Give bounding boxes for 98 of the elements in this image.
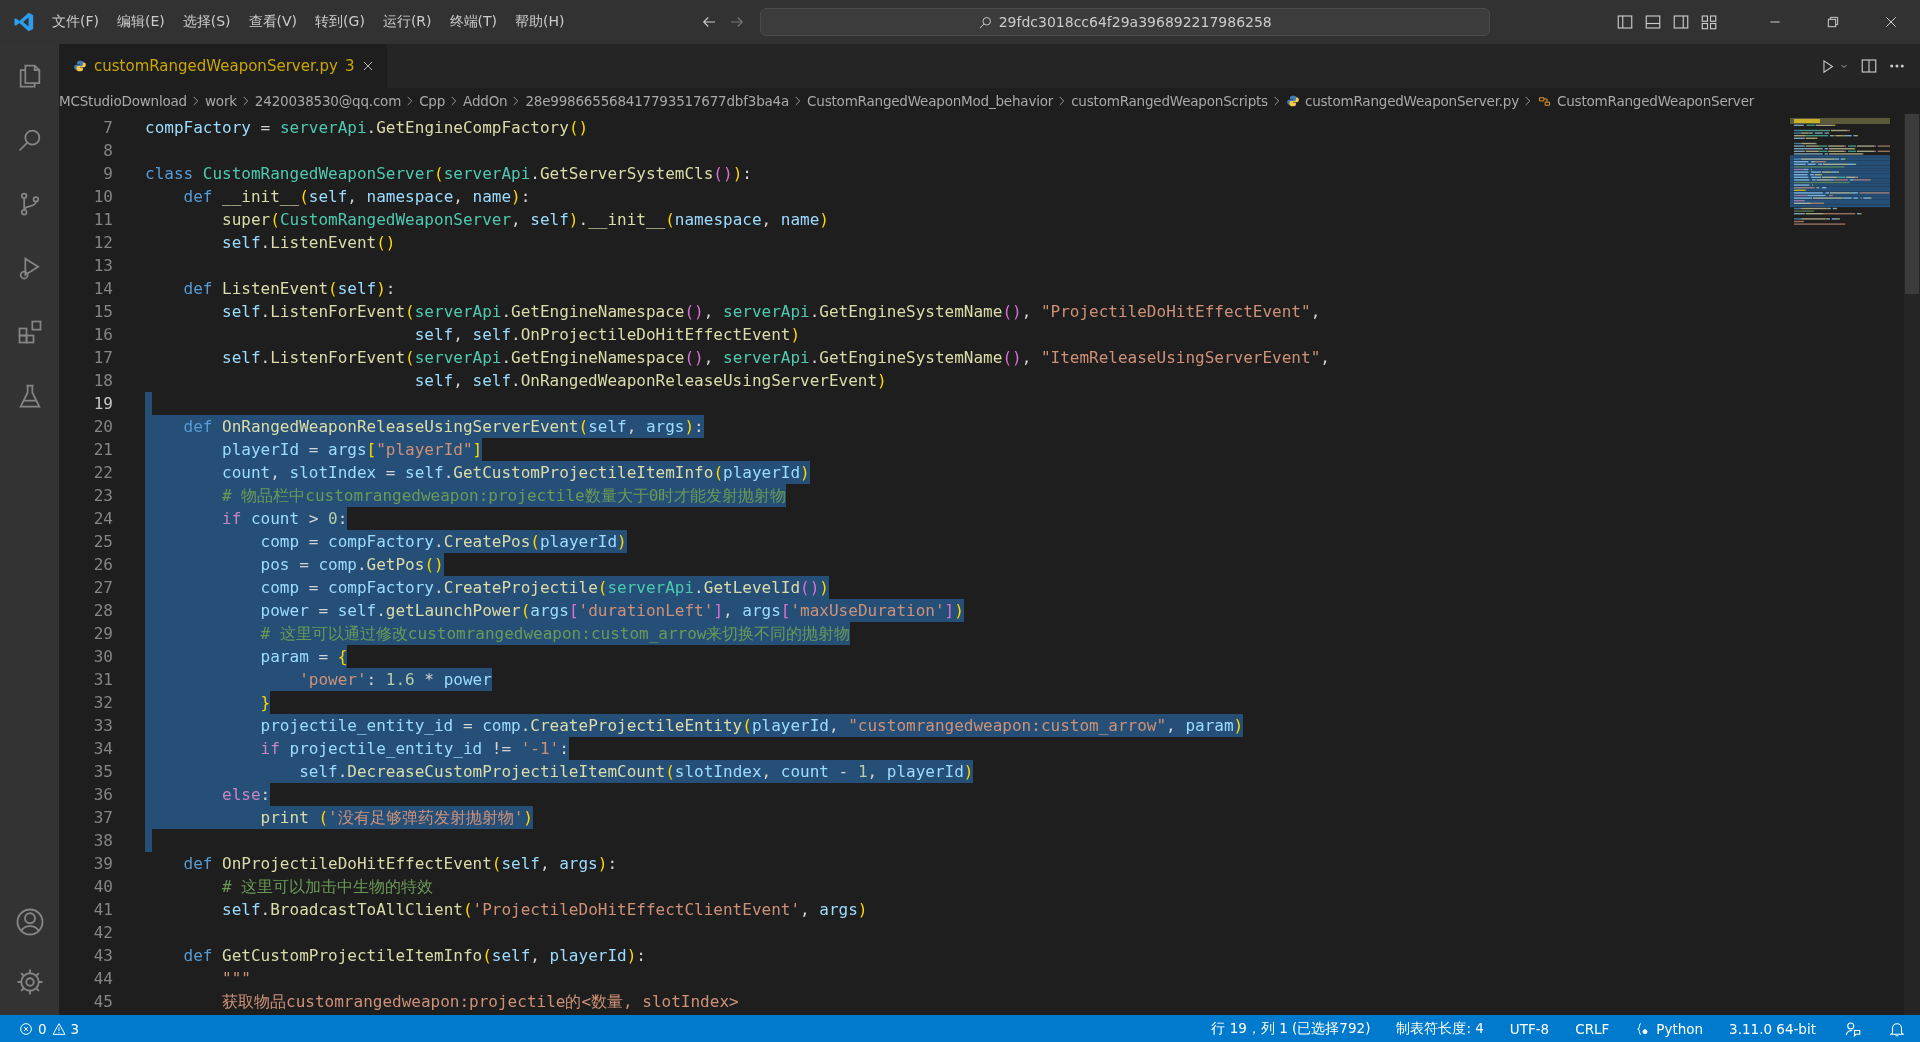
breadcrumb-item[interactable]: 28e998665568417793517677dbf3ba4a bbox=[525, 93, 790, 109]
feedback-icon[interactable] bbox=[1844, 1019, 1862, 1038]
line-number: 7 bbox=[102, 117, 114, 139]
status-item[interactable]: 行 19，列 1 (已选择792) bbox=[1211, 1019, 1371, 1038]
menu-item[interactable]: 转到(G) bbox=[306, 9, 374, 35]
scrollbar-thumb[interactable] bbox=[1905, 114, 1919, 294]
code-line: def __init__(self, namespace, name): bbox=[182, 186, 531, 208]
line-number: 37 bbox=[92, 807, 114, 829]
code-line: def ListenEvent(self): bbox=[182, 278, 396, 300]
line-number: 12 bbox=[92, 232, 114, 254]
line-number: 18 bbox=[92, 370, 114, 392]
line-number: 11 bbox=[92, 209, 114, 231]
code-line: super(CustomRangedWeaponServer, self).__init__(namespace, name) bbox=[221, 209, 829, 231]
editor-tab[interactable]: customRangedWeaponServer.py 3 bbox=[59, 44, 388, 88]
line-number: 27 bbox=[92, 577, 114, 599]
menu-item[interactable]: 终端(T) bbox=[440, 9, 506, 35]
python-file-icon bbox=[1285, 94, 1300, 108]
line-number: 32 bbox=[92, 692, 114, 714]
menu-item[interactable]: 运行(R) bbox=[373, 9, 441, 35]
problems-indicator[interactable]: 0 3 bbox=[18, 1020, 80, 1037]
line-number: 40 bbox=[92, 876, 114, 898]
line-number: 38 bbox=[92, 830, 114, 852]
restore-icon[interactable] bbox=[1825, 14, 1841, 30]
primary-sidebar-toggle-icon[interactable] bbox=[1616, 13, 1634, 31]
menu-item[interactable]: 查看(V) bbox=[239, 9, 307, 35]
breadcrumb-item[interactable]: customRangedWeaponScripts bbox=[1071, 93, 1268, 109]
code-line: 获取物品customrangedweapon:projectile的<数量, slotIndex> bbox=[221, 991, 739, 1013]
code-line: self.ListenForEvent(serverApi.GetEngineNamespace(), serverApi.GetEngineSystemName(), "ProjectileDoHitEffectEvent", bbox=[221, 301, 1321, 323]
line-number: 29 bbox=[92, 623, 114, 645]
menu-item[interactable]: 帮助(H) bbox=[506, 9, 574, 35]
menu-item[interactable]: 文件(F) bbox=[43, 9, 108, 35]
breadcrumb-item[interactable]: CustomRangedWeaponServer bbox=[1557, 93, 1755, 109]
code-line: def OnProjectileDoHitEffectEvent(self, args): bbox=[182, 853, 618, 875]
line-number: 35 bbox=[92, 761, 114, 783]
status-item[interactable]: CRLF bbox=[1575, 1020, 1610, 1037]
line-number: 41 bbox=[92, 899, 114, 921]
breadcrumb-item[interactable]: work bbox=[205, 93, 237, 109]
line-number: 23 bbox=[92, 485, 114, 507]
breadcrumb-item[interactable]: MCStudioDownload bbox=[59, 93, 187, 109]
line-number: 16 bbox=[92, 324, 114, 346]
line-number: 43 bbox=[92, 945, 114, 967]
close-icon[interactable] bbox=[1883, 14, 1899, 30]
panel-toggle-icon[interactable] bbox=[1644, 13, 1662, 31]
line-number: 33 bbox=[92, 715, 114, 737]
line-number: 13 bbox=[92, 255, 114, 277]
line-number: 42 bbox=[92, 922, 114, 944]
status-item[interactable]: Python bbox=[1656, 1020, 1704, 1037]
line-number: 28 bbox=[92, 600, 114, 622]
line-number: 36 bbox=[92, 784, 114, 806]
line-number: 24 bbox=[92, 508, 114, 530]
vscode-logo-icon bbox=[13, 11, 35, 33]
line-number: 34 bbox=[92, 738, 114, 760]
split-editor-icon[interactable] bbox=[1860, 57, 1878, 75]
status-item[interactable]: UTF-8 bbox=[1509, 1020, 1550, 1037]
line-number: 8 bbox=[102, 140, 114, 162]
code-line: self, self.OnProjectileDoHitEffectEvent) bbox=[413, 324, 801, 346]
code-line: # 这里可以加击中生物的特效 bbox=[221, 876, 434, 898]
account-icon[interactable] bbox=[14, 907, 45, 937]
line-number: 45 bbox=[92, 991, 114, 1013]
layout-grid-icon[interactable] bbox=[1700, 13, 1718, 31]
line-number: 26 bbox=[92, 554, 114, 576]
line-number: 10 bbox=[92, 186, 114, 208]
secondary-sidebar-toggle-icon[interactable] bbox=[1672, 13, 1690, 31]
line-number: 17 bbox=[92, 347, 114, 369]
breadcrumb-item[interactable]: AddOn bbox=[463, 93, 508, 109]
status-item[interactable]: 制表符长度: 4 bbox=[1396, 1019, 1484, 1038]
code-line: def GetCustomProjectileItemInfo(self, playerId): bbox=[182, 945, 646, 967]
menu-item[interactable]: 编辑(E) bbox=[108, 9, 174, 35]
code-line: self.ListenEvent() bbox=[221, 232, 396, 254]
breadcrumb-item[interactable]: CustomRangedWeaponMod_behavior bbox=[807, 93, 1054, 109]
code-line: self.BroadcastToAllClient('ProjectileDoHitEffectClientEvent', args) bbox=[221, 899, 868, 921]
error-icon bbox=[18, 1020, 34, 1037]
code-line: self, self.OnRangedWeaponReleaseUsingServerEvent) bbox=[413, 370, 887, 392]
breadcrumb-item[interactable]: Cpp bbox=[419, 93, 446, 109]
command-center[interactable]: 29fdc3018cc64f29a396892217986258 bbox=[759, 8, 1490, 36]
breadcrumb-item[interactable]: customRangedWeaponServer.py bbox=[1304, 93, 1519, 109]
line-number: 14 bbox=[92, 278, 114, 300]
breadcrumb-item[interactable]: 2420038530@qq.com bbox=[254, 93, 402, 109]
line-number: 15 bbox=[92, 301, 114, 323]
python-file-icon bbox=[73, 59, 87, 73]
code-line: """ bbox=[221, 968, 251, 990]
line-number: 44 bbox=[92, 968, 114, 990]
search-icon bbox=[977, 14, 993, 30]
line-number: 39 bbox=[92, 853, 114, 875]
line-number: 20 bbox=[92, 416, 114, 438]
line-number: 9 bbox=[102, 163, 114, 185]
warning-icon bbox=[50, 1020, 67, 1037]
line-number: 19 bbox=[92, 393, 114, 415]
line-number: 21 bbox=[92, 439, 114, 461]
line-number: 30 bbox=[92, 646, 114, 668]
menu-item[interactable]: 选择(S) bbox=[173, 9, 240, 35]
status-item[interactable]: 3.11.0 64-bit bbox=[1729, 1020, 1816, 1037]
line-number: 22 bbox=[92, 462, 114, 484]
line-number: 25 bbox=[92, 531, 114, 553]
code-line: self.ListenForEvent(serverApi.GetEngineNamespace(), serverApi.GetEngineSystemName(), "ItemReleaseUsingServerEvent", bbox=[221, 347, 1330, 369]
code-line: class CustomRangedWeaponServer(serverApi.GetServerSystemCls()): bbox=[145, 163, 752, 185]
code-line: compFactory = serverApi.GetEngineCompFactory() bbox=[145, 117, 589, 139]
line-number: 31 bbox=[92, 669, 114, 691]
